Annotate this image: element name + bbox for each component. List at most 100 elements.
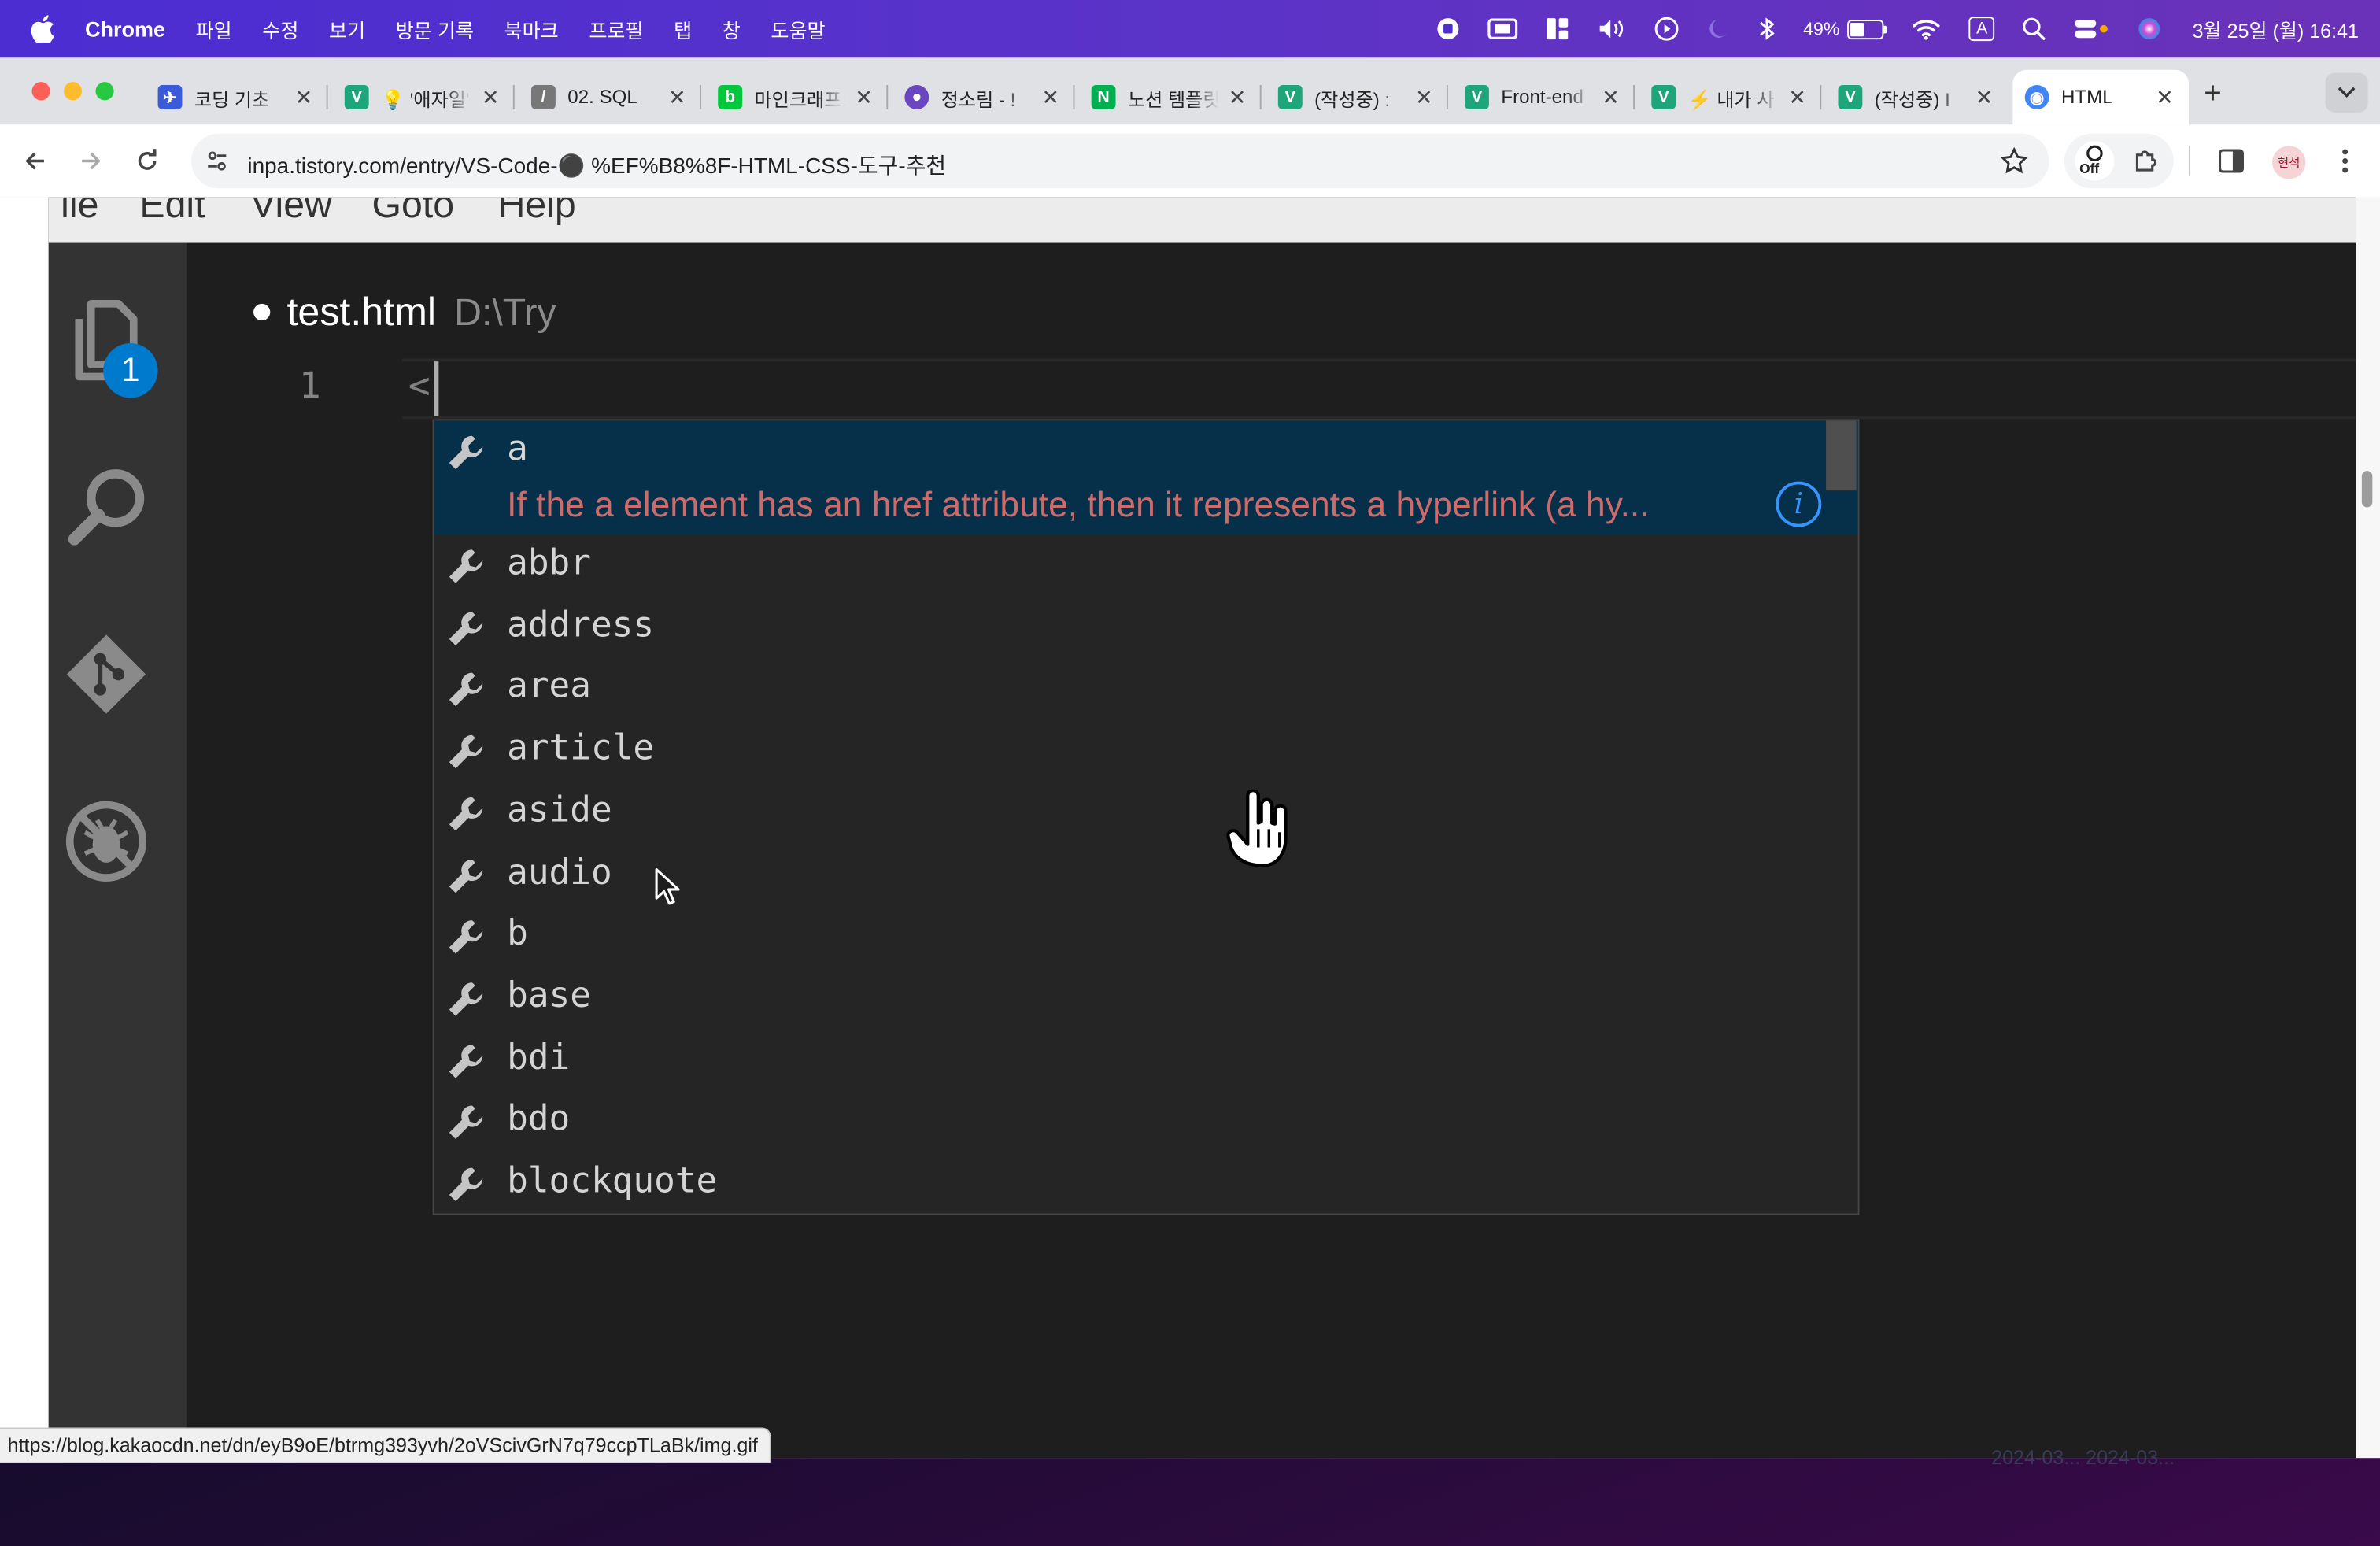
tab-4[interactable]: b 마인크래프트 ✕: [706, 70, 889, 124]
suggestion-widget: a If the a element has an href attribute…: [432, 419, 1860, 1215]
apple-icon[interactable]: [31, 15, 55, 43]
menu-window[interactable]: 창: [722, 14, 741, 43]
tab-close-icon[interactable]: ✕: [1415, 84, 1433, 110]
tab-strip: ✈ 코딩 기초 ✕ V 💡 '애자일' ✕ / 02. SQL ✕ b 마인크래…: [0, 57, 2380, 125]
suggestion-documentation: If the a element has an href attribute, …: [507, 484, 1650, 524]
tab-close-icon[interactable]: ✕: [668, 84, 686, 110]
play-icon[interactable]: [1654, 17, 1679, 41]
tab-close-icon[interactable]: ✕: [1602, 84, 1620, 110]
tab-active-html[interactable]: ◉ HTML ✕: [2012, 69, 2189, 125]
tab-separator: [1259, 85, 1262, 109]
extensions-puzzle-icon[interactable]: [2131, 146, 2162, 183]
new-tab-plus-icon[interactable]: +: [2204, 77, 2222, 112]
close-window-button[interactable]: [31, 82, 50, 101]
suggestion-label: b: [507, 914, 528, 954]
menu-tab[interactable]: 탭: [674, 14, 692, 43]
tab-2[interactable]: V 💡 '애자일' ✕: [332, 70, 515, 124]
screen-mirroring-icon[interactable]: [1488, 17, 1518, 41]
tab-6[interactable]: N 노션 템플릿 ✕: [1079, 70, 1262, 124]
suggestion-item: area: [434, 658, 1858, 719]
tab-close-icon[interactable]: ✕: [855, 84, 873, 110]
unsaved-dot-icon: [253, 303, 271, 321]
menubar-clock[interactable]: 3월 25일 (월) 16:41: [2193, 14, 2359, 43]
tab-10[interactable]: V (작성중) I ✕: [1826, 70, 2008, 124]
battery-icon[interactable]: [1847, 19, 1887, 39]
menu-help[interactable]: 도움말: [771, 14, 825, 43]
tab-close-icon[interactable]: ✕: [2156, 84, 2174, 110]
tab-title: 02. SQL: [567, 86, 638, 108]
tab-5[interactable]: ● 정소림 - ! ✕: [893, 70, 1075, 124]
tab-separator: [512, 85, 515, 109]
tab-favicon: N: [1091, 85, 1116, 109]
menu-edit[interactable]: 수정: [262, 14, 298, 43]
tab-title: 마인크래프트: [754, 88, 845, 110]
menu-bookmarks[interactable]: 북마크: [504, 14, 559, 43]
reload-icon[interactable]: [131, 144, 164, 177]
volume-icon[interactable]: [1597, 17, 1628, 41]
siri-icon[interactable]: [2138, 17, 2162, 41]
wifi-icon[interactable]: [1911, 17, 1942, 41]
menu-history[interactable]: 방문 기록: [396, 14, 474, 43]
tab-3[interactable]: / 02. SQL ✕: [519, 70, 701, 124]
control-center-icon[interactable]: [2074, 17, 2110, 41]
back-arrow-icon[interactable]: [18, 144, 51, 177]
vscode-demo-gif: ile Edit View Goto Help 1 test.html D:\T…: [48, 197, 2356, 1459]
tab-title: Front-end: [1501, 86, 1584, 108]
tab-separator: [326, 85, 328, 109]
side-panel-icon[interactable]: [2218, 147, 2245, 182]
web-page-content: ile Edit View Goto Help 1 test.html D:\T…: [0, 197, 2380, 1459]
suggestion-item: audio: [434, 844, 1858, 905]
suggestion-item: bdi: [434, 1029, 1858, 1090]
menu-file[interactable]: 파일: [196, 14, 232, 43]
zoom-window-button[interactable]: [95, 82, 114, 101]
tab-title: (작성중) :: [1314, 88, 1391, 110]
page-scrollbar-track[interactable]: [2356, 197, 2380, 1459]
status-bar-link-url: https://blog.kakaocdn.net/dn/eyB9oE/btrm…: [0, 1427, 772, 1463]
macos-menu-bar: Chrome 파일 수정 보기 방문 기록 북마크 프로필 탭 창 도움말 49…: [0, 0, 2380, 58]
suggestion-item: article: [434, 720, 1858, 782]
app-name[interactable]: Chrome: [85, 17, 165, 41]
wrench-icon: [449, 797, 483, 830]
spotlight-search-icon[interactable]: [2023, 17, 2047, 41]
current-line-highlight: [402, 358, 2356, 420]
tab-separator: [1446, 85, 1448, 109]
tab-close-icon[interactable]: ✕: [1042, 84, 1060, 110]
tab-9[interactable]: V ⚡ 내가 사 ✕: [1639, 70, 1822, 124]
extensions-area: Off: [2064, 133, 2174, 189]
menu-profiles[interactable]: 프로필: [589, 14, 643, 43]
tab-title: 코딩 기초: [194, 88, 270, 110]
address-bar[interactable]: inpa.tistory.com/entry/VS-Code-⚫ %EF%B8%…: [190, 133, 2049, 189]
bluetooth-icon[interactable]: [1757, 17, 1776, 41]
site-info-tune-icon[interactable]: [205, 149, 229, 181]
bookmark-star-icon[interactable]: [2000, 146, 2028, 182]
tab-close-icon[interactable]: ✕: [1788, 84, 1806, 110]
profile-avatar[interactable]: 현석: [2272, 146, 2306, 179]
chrome-menu-kebab-icon[interactable]: [2341, 147, 2350, 182]
page-scrollbar-thumb[interactable]: [2361, 471, 2373, 508]
tab-close-icon[interactable]: ✕: [295, 84, 313, 110]
tab-1[interactable]: ✈ 코딩 기초 ✕: [146, 70, 328, 124]
tab-search-chevron-icon[interactable]: [2325, 72, 2368, 113]
menu-view[interactable]: 보기: [329, 14, 365, 43]
forward-arrow-icon[interactable]: [74, 144, 107, 177]
suggestion-label: abbr: [507, 543, 591, 583]
tab-favicon: b: [718, 85, 743, 109]
tab-title: ⚡ 내가 사: [1687, 88, 1775, 110]
tab-8[interactable]: V Front-end ✕: [1453, 70, 1635, 124]
record-icon[interactable]: [1436, 17, 1460, 41]
tab-close-icon[interactable]: ✕: [1975, 84, 1994, 110]
tab-favicon: V: [1277, 85, 1303, 109]
minimize-window-button[interactable]: [63, 82, 83, 101]
window-layout-icon[interactable]: [1545, 17, 1569, 41]
tab-close-icon[interactable]: ✕: [1229, 84, 1247, 110]
tab-close-icon[interactable]: ✕: [482, 84, 500, 110]
wrench-icon: [449, 673, 483, 707]
input-source-indicator[interactable]: A: [1968, 17, 1995, 42]
tab-7[interactable]: V (작성중) : ✕: [1266, 70, 1448, 124]
do-not-disturb-moon-icon[interactable]: [1706, 17, 1731, 41]
file-name: test.html: [286, 288, 436, 335]
extension-toggle-icon[interactable]: Off: [2075, 141, 2115, 181]
tab-favicon: V: [1651, 85, 1676, 109]
suggestion-item: abbr: [434, 534, 1858, 596]
suggestion-label: area: [507, 667, 591, 707]
